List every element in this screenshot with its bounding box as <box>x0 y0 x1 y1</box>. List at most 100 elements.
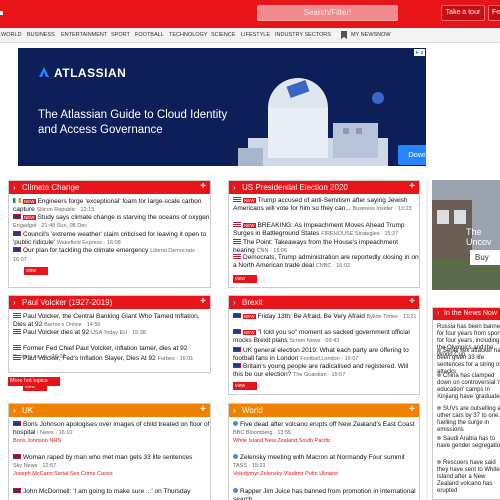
logo[interactable] <box>0 11 3 15</box>
us-flag-icon <box>233 222 241 227</box>
plus-icon[interactable]: + <box>409 295 415 308</box>
view-more-button[interactable]: view more <box>24 267 48 282</box>
nav-industry-sectors[interactable]: INDUSTRY SECTORS <box>275 32 331 38</box>
uk-flag-icon <box>233 363 241 368</box>
adchoices-icon[interactable] <box>414 49 425 56</box>
headline-link[interactable]: Zelensky meeting with Macron at Normandy… <box>240 454 405 461</box>
list-item[interactable]: Paul Volcker, the Central Banking Giant … <box>13 313 213 329</box>
panel-header[interactable]: › Climate Change + <box>9 181 210 194</box>
column-divider <box>426 180 428 500</box>
list-item[interactable]: Woman raped by man who met man gets 33 l… <box>13 454 213 479</box>
list-item[interactable]: NEW Trump accused of anti-Semitism after … <box>233 197 419 213</box>
list-item[interactable]: Zelensky meeting with Macron at Normandy… <box>233 454 419 479</box>
take-a-tour-button[interactable]: Take a tour <box>441 5 485 21</box>
headline-link[interactable]: Friday 13th: Be Afraid, Be Very Afraid <box>258 313 365 320</box>
list-item[interactable]: NEW Study says climate change is starving… <box>13 214 213 230</box>
panel-header[interactable]: › UK + <box>9 404 210 417</box>
list-item[interactable]: UK general election 2019: What each part… <box>233 347 419 363</box>
source-label: Engadget · 21:48 Sun, 08 Dec <box>13 222 87 229</box>
list-item[interactable]: Paul Volcker dies at 92 USA Today EU · 1… <box>13 329 213 338</box>
panel-header[interactable]: › Paul Volcker (1927-2019) + <box>9 296 210 309</box>
headline-link[interactable]: John McDonnell: 'I am going to make sure… <box>23 488 190 495</box>
headline-link[interactable]: Paul Volcker dies at 92 <box>23 329 89 336</box>
nav-lifestyle[interactable]: LIFESTYLE <box>241 32 270 38</box>
panel-header[interactable]: › Brexit + <box>229 296 419 309</box>
bullet-icon <box>437 436 441 440</box>
more-hot-topics-button[interactable]: More hot topics <box>8 377 60 386</box>
list-item[interactable]: Rescuers have said they have sent to Whi… <box>437 460 500 495</box>
headline-link[interactable]: Paul Volcker, the Central Banking Giant … <box>13 313 200 328</box>
nav-sport[interactable]: SPORT <box>111 32 130 38</box>
headline-link[interactable]: SUVs are outselling all other cars by 37… <box>437 406 500 433</box>
nav-business[interactable]: BUSINESS <box>27 32 55 38</box>
topic-tags[interactable]: Joseph McCann Serial Sex Crime Cases <box>13 471 113 477</box>
bullet-icon <box>437 460 441 464</box>
panel-header[interactable]: › US Presidential Election 2020 + <box>229 181 419 194</box>
list-item[interactable]: Boris Johnson apologises over images of … <box>13 421 213 446</box>
list-item[interactable]: SUVs are outselling all other cars by 37… <box>437 406 500 434</box>
topic-tags[interactable]: Volodymyr Zelensky Vladimir Putin Ukrain… <box>233 471 338 477</box>
list-item[interactable]: Democrats, Trump administration are repo… <box>233 254 419 270</box>
nav-entertainment[interactable]: ENTERTAINMENT <box>61 32 107 38</box>
new-badge: NEW <box>23 199 36 204</box>
panel-header[interactable]: › World + <box>229 404 419 417</box>
headline-link[interactable]: Saudi Arabia has to have gender segregat… <box>437 436 500 449</box>
nav-science[interactable]: SCIENCE <box>211 32 235 38</box>
list-item[interactable]: John McDonnell: 'I am going to make sure… <box>13 488 213 496</box>
list-item[interactable]: Rapper Jim Juice has banned from promoti… <box>233 488 419 500</box>
list-item[interactable]: NEW "I told you so" moment as sacked gove… <box>233 329 419 345</box>
source-label: Football.London · 16:07 <box>300 355 359 362</box>
headline-link[interactable]: Our plan for tackling the climate emerge… <box>23 247 148 254</box>
list-item[interactable]: Serial sex attacker has been given 33 li… <box>437 348 500 376</box>
plus-icon[interactable]: + <box>409 403 415 416</box>
chevron-right-icon: › <box>233 183 236 192</box>
panel-header[interactable]: › In the News Now <box>433 308 500 320</box>
nav-world[interactable]: WORLD <box>1 32 21 38</box>
ad-brand: ATLASSIAN <box>54 66 127 80</box>
list-item[interactable]: Saudi Arabia has to have gender segregat… <box>437 436 500 450</box>
view-more-button[interactable]: view more <box>233 275 257 290</box>
headline-link[interactable]: Rescuers have said they have sent to Whi… <box>437 460 500 494</box>
list-item[interactable]: Paul Volcker, Fed's Inflation Slayer, Di… <box>13 355 213 364</box>
panel-title: Paul Volcker (1927-2019) <box>22 298 113 307</box>
headline-link[interactable]: Serial sex attacker has been given 33 li… <box>437 348 500 375</box>
list-item[interactable]: Our plan for tackling the climate emerge… <box>13 247 213 264</box>
topic-tags[interactable]: White Island New Zealand South Pacific <box>233 438 331 444</box>
headline-link[interactable]: Rapper Jim Juice has banned from promoti… <box>233 488 416 500</box>
headline-link[interactable]: Former Fed Chief Paul Volcker, inflation… <box>23 345 187 352</box>
topic-tags[interactable]: Boris Johnson NHS <box>13 438 61 444</box>
chevron-right-icon: › <box>233 406 236 415</box>
buy-button[interactable]: Buy <box>470 250 500 265</box>
plus-icon[interactable]: + <box>200 180 206 193</box>
feed-button[interactable]: Fe <box>488 5 500 21</box>
headline-link[interactable]: Woman raped by man who met man gets 33 l… <box>23 454 192 461</box>
nav-my-newsnow[interactable]: MY NEWSNOW <box>351 32 391 38</box>
headline-link[interactable]: Paul Volcker, Fed's Inflation Slayer, Di… <box>23 355 156 362</box>
list-item[interactable]: The Point: Takeaways from the House's im… <box>233 239 419 255</box>
headline-link[interactable]: China has clamped down on controversial … <box>437 373 500 400</box>
list-item[interactable]: Five dead after volcano erupts off New Z… <box>233 421 419 446</box>
source-label: CNN · 16:06 <box>256 247 288 254</box>
headline-link[interactable]: Five dead after volcano erupts off New Z… <box>240 421 415 428</box>
source-label: USA Today EU · 15:38 <box>90 330 146 336</box>
headline-link[interactable]: Study says climate change is starving th… <box>38 214 210 221</box>
search-input[interactable]: Search/Filter! <box>257 5 398 21</box>
view-more-button[interactable]: view more <box>233 382 257 397</box>
list-item[interactable]: Council's 'extreme weather' claim critic… <box>13 231 213 247</box>
side-ad[interactable]: The Uncov Buy <box>432 180 500 290</box>
list-item[interactable]: NEW BREAKING: As Impeachment Moves Ahead … <box>233 222 419 238</box>
plus-icon[interactable]: + <box>200 295 206 308</box>
list-item[interactable]: NEW Engineers forge 'exceptional' foam fo… <box>13 198 213 214</box>
new-badge: NEW <box>243 330 256 335</box>
list-item[interactable]: China has clamped down on controversial … <box>437 373 500 401</box>
plus-icon[interactable]: + <box>409 180 415 193</box>
plus-icon[interactable]: + <box>200 403 206 416</box>
list-item[interactable]: Britain's young people are radicalised a… <box>233 363 419 379</box>
nav-technology[interactable]: TECHNOLOGY <box>169 32 208 38</box>
uk-flag-icon <box>13 454 21 459</box>
list-item[interactable]: NEW Friday 13th: Be Afraid, Be Very Afrai… <box>233 313 419 322</box>
atlassian-ad[interactable]: ATLASSIAN The Atlassian Guide to Cloud I… <box>18 48 426 166</box>
download-guide-button[interactable]: Download Guide <box>398 145 426 165</box>
nav-football[interactable]: FOOTBALL <box>135 32 164 38</box>
chevron-right-icon: › <box>13 406 16 415</box>
